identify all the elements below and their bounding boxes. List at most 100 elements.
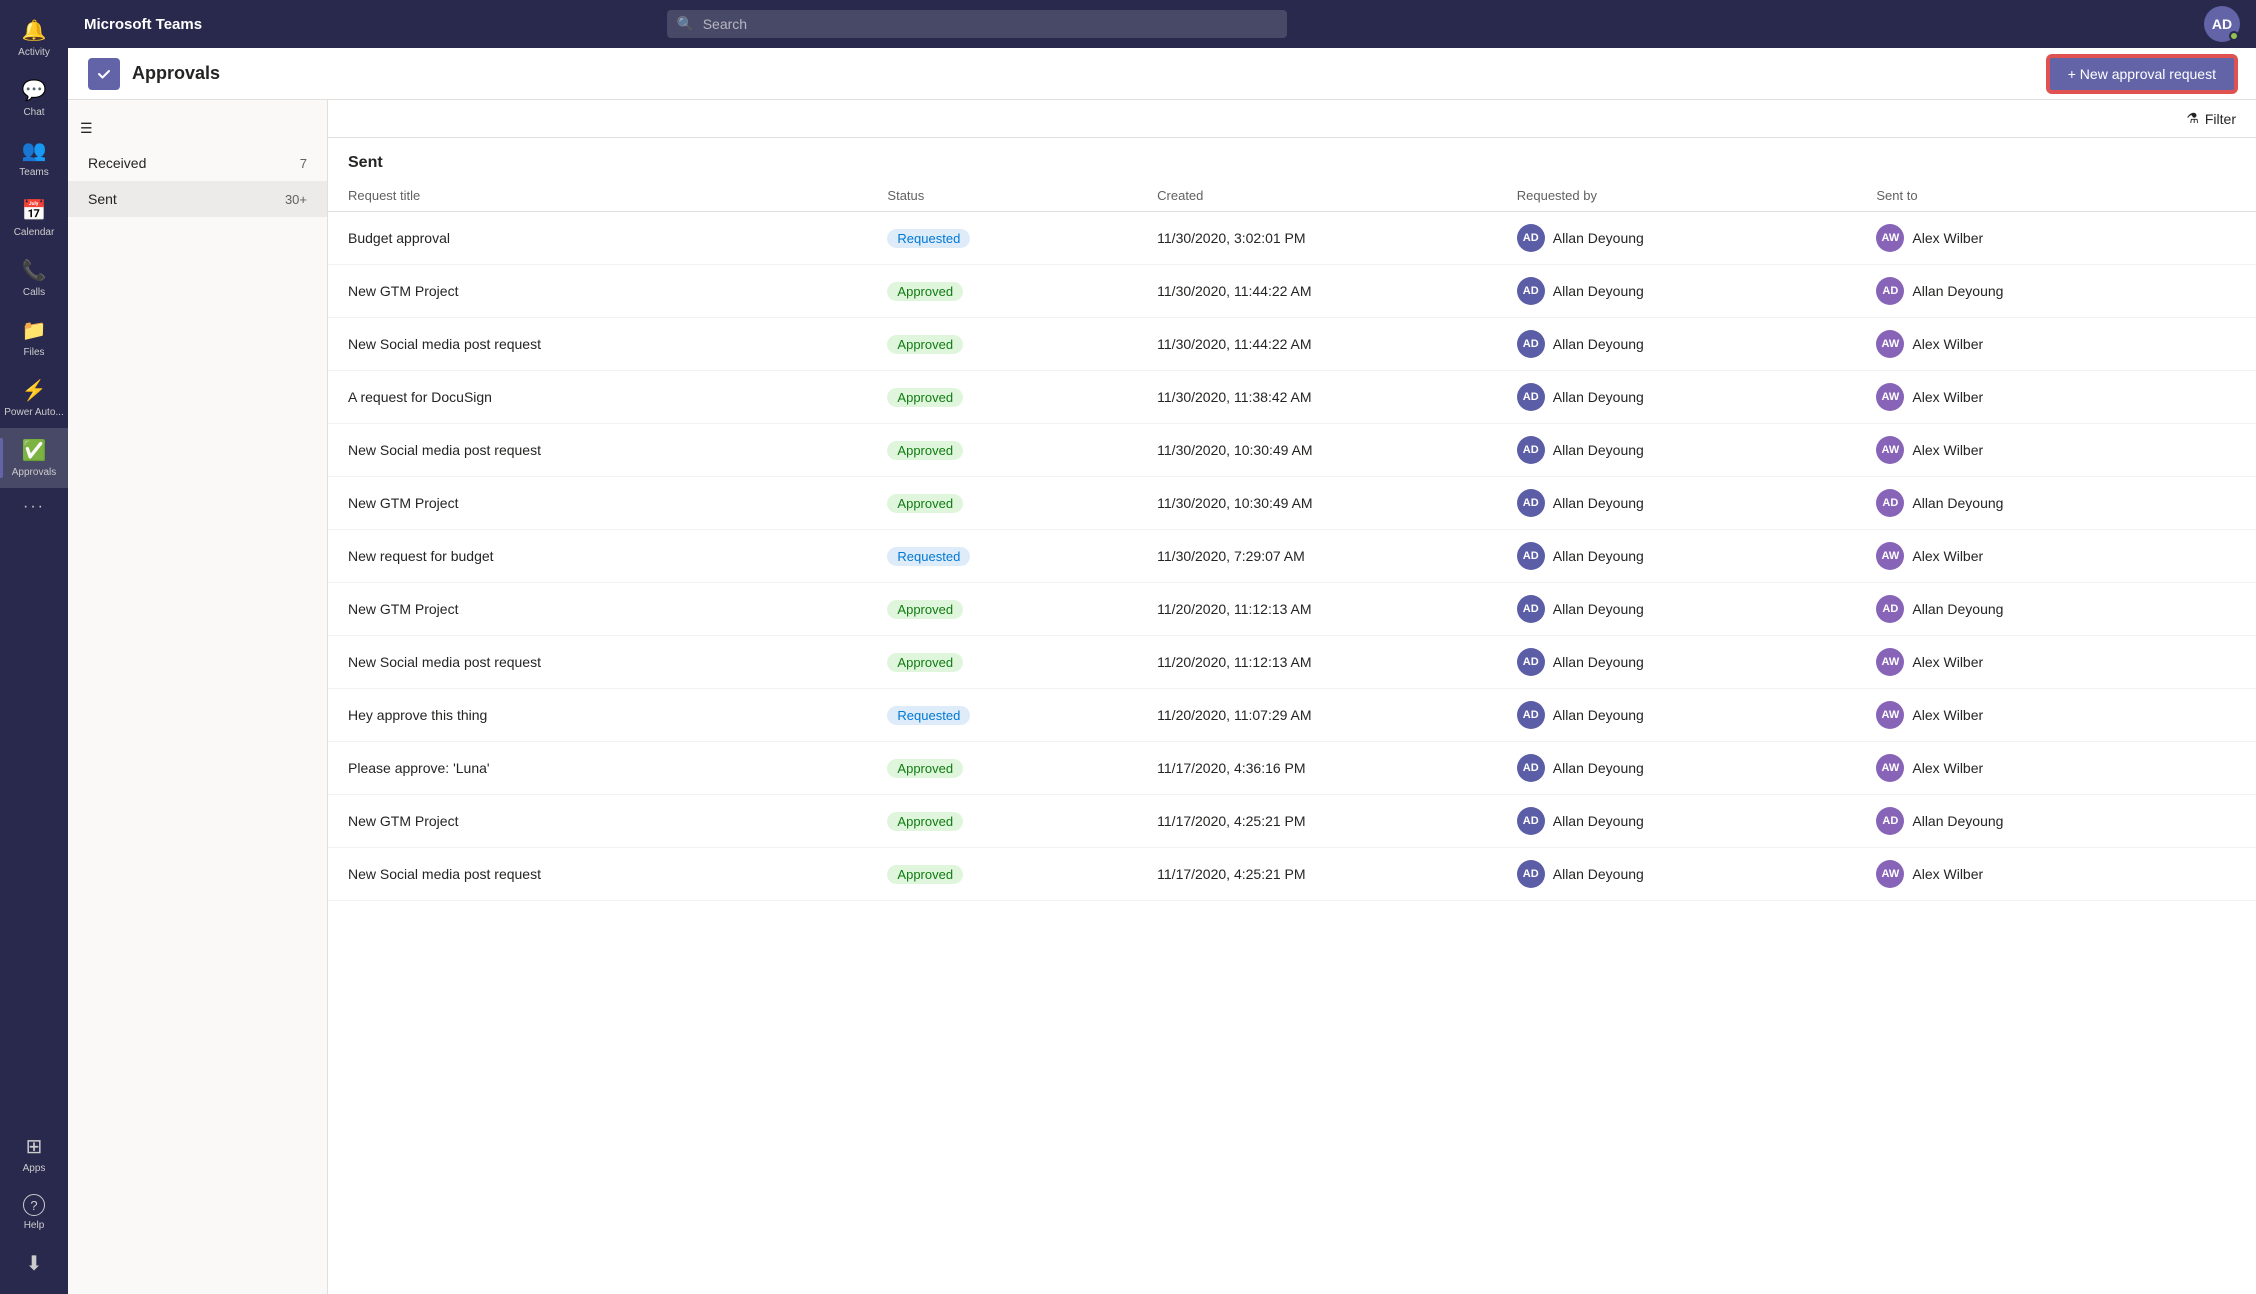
avatar: AD	[1517, 542, 1545, 570]
sidebar-item-activity[interactable]: 🔔 Activity	[0, 8, 68, 68]
avatar: AW	[1876, 542, 1904, 570]
status-badge: Approved	[887, 282, 1157, 301]
sidebar-item-label: Files	[23, 347, 44, 358]
row-created: 11/30/2020, 10:30:49 AM	[1157, 495, 1517, 511]
sidebar-item-calendar[interactable]: 📅 Calendar	[0, 188, 68, 248]
left-panel: ☰ Received 7 Sent 30+	[68, 100, 328, 1294]
row-title: A request for DocuSign	[348, 389, 887, 405]
table-header: Request title Status Created Requested b…	[328, 180, 2256, 212]
sidebar-item-more[interactable]: ···	[0, 488, 68, 526]
row-created: 11/30/2020, 7:29:07 AM	[1157, 548, 1517, 564]
table-row[interactable]: New GTM Project Approved 11/30/2020, 10:…	[328, 477, 2256, 530]
sidebar-item-power-automate[interactable]: ⚡ Power Auto...	[0, 368, 68, 428]
download-icon: ⬇	[26, 1251, 43, 1276]
row-sent-to: AD Allan Deyoung	[1876, 807, 2236, 835]
avatar: AD	[1876, 489, 1904, 517]
sidebar-item-approvals[interactable]: ✅ Approvals	[0, 428, 68, 488]
avatar: AD	[1517, 383, 1545, 411]
nav-item-sent[interactable]: Sent 30+	[68, 181, 327, 217]
sidebar-item-label: Help	[24, 1220, 45, 1231]
avatar: AW	[1876, 860, 1904, 888]
sidebar-item-chat[interactable]: 💬 Chat	[0, 68, 68, 128]
row-requested-by: AD Allan Deyoung	[1517, 807, 1877, 835]
row-requested-by: AD Allan Deyoung	[1517, 383, 1877, 411]
row-sent-to: AD Allan Deyoung	[1876, 595, 2236, 623]
approvals-page-icon	[88, 58, 120, 90]
row-sent-to: AW Alex Wilber	[1876, 648, 2236, 676]
status-badge: Approved	[887, 600, 1157, 619]
avatar: AD	[1876, 807, 1904, 835]
table-row[interactable]: New GTM Project Approved 11/30/2020, 11:…	[328, 265, 2256, 318]
row-created: 11/30/2020, 11:44:22 AM	[1157, 283, 1517, 299]
status-badge: Approved	[887, 759, 1157, 778]
teams-icon: 👥	[22, 138, 47, 163]
sidebar-item-calls[interactable]: 📞 Calls	[0, 248, 68, 308]
sidebar-item-download[interactable]: ⬇	[0, 1241, 68, 1286]
row-sent-to: AD Allan Deyoung	[1876, 489, 2236, 517]
row-sent-to: AW Alex Wilber	[1876, 224, 2236, 252]
col-status: Status	[887, 188, 1157, 203]
avatar: AW	[1876, 383, 1904, 411]
table-row[interactable]: Budget approval Requested 11/30/2020, 3:…	[328, 212, 2256, 265]
row-title: Please approve: 'Luna'	[348, 760, 887, 776]
files-icon: 📁	[22, 318, 47, 343]
avatar: AW	[1876, 754, 1904, 782]
filter-button[interactable]: ⚗ Filter	[2186, 110, 2236, 127]
sidebar-item-help[interactable]: ? Help	[0, 1184, 68, 1241]
table-row[interactable]: New Social media post request Approved 1…	[328, 424, 2256, 477]
sidebar-item-label: Activity	[18, 47, 50, 58]
row-created: 11/17/2020, 4:25:21 PM	[1157, 813, 1517, 829]
avatar: AW	[1876, 701, 1904, 729]
sidebar-item-label: Calls	[23, 287, 45, 298]
search-icon: 🔍	[677, 16, 694, 33]
nav-label-sent: Sent	[88, 191, 117, 207]
table-row[interactable]: New Social media post request Approved 1…	[328, 848, 2256, 901]
apps-icon: ⊞	[26, 1134, 43, 1159]
sidebar-item-files[interactable]: 📁 Files	[0, 308, 68, 368]
table-row[interactable]: A request for DocuSign Approved 11/30/20…	[328, 371, 2256, 424]
help-icon: ?	[23, 1194, 45, 1216]
row-requested-by: AD Allan Deyoung	[1517, 648, 1877, 676]
sidebar-item-apps[interactable]: ⊞ Apps	[0, 1124, 68, 1184]
row-title: New GTM Project	[348, 813, 887, 829]
filter-icon: ⚗	[2186, 110, 2199, 127]
table-row[interactable]: New GTM Project Approved 11/17/2020, 4:2…	[328, 795, 2256, 848]
table-row[interactable]: New GTM Project Approved 11/20/2020, 11:…	[328, 583, 2256, 636]
row-title: New request for budget	[348, 548, 887, 564]
search-bar: 🔍	[667, 10, 1287, 38]
new-approval-request-button[interactable]: + New approval request	[2048, 56, 2236, 92]
row-created: 11/20/2020, 11:07:29 AM	[1157, 707, 1517, 723]
avatar: AD	[1517, 436, 1545, 464]
table-row[interactable]: New request for budget Requested 11/30/2…	[328, 530, 2256, 583]
filter-bar: ⚗ Filter	[328, 100, 2256, 138]
activity-icon: 🔔	[22, 18, 47, 43]
avatar: AD	[1517, 224, 1545, 252]
status-badge: Approved	[887, 441, 1157, 460]
row-sent-to: AW Alex Wilber	[1876, 754, 2236, 782]
table-row[interactable]: Hey approve this thing Requested 11/20/2…	[328, 689, 2256, 742]
row-requested-by: AD Allan Deyoung	[1517, 436, 1877, 464]
table-row[interactable]: New Social media post request Approved 1…	[328, 636, 2256, 689]
row-sent-to: AW Alex Wilber	[1876, 701, 2236, 729]
avatar: AD	[1517, 807, 1545, 835]
search-input[interactable]	[667, 10, 1287, 38]
status-badge: Requested	[887, 706, 1157, 725]
avatar: AW	[1876, 648, 1904, 676]
nav-item-received[interactable]: Received 7	[68, 145, 327, 181]
panel-menu-icon[interactable]: ☰	[68, 112, 327, 145]
table-row[interactable]: New Social media post request Approved 1…	[328, 318, 2256, 371]
table-row[interactable]: Please approve: 'Luna' Approved 11/17/20…	[328, 742, 2256, 795]
status-dot	[2229, 31, 2239, 41]
col-request-title: Request title	[348, 188, 887, 203]
sidebar-item-teams[interactable]: 👥 Teams	[0, 128, 68, 188]
nav-badge-sent: 30+	[285, 192, 307, 207]
avatar: AD	[1517, 754, 1545, 782]
avatar[interactable]: AD	[2204, 6, 2240, 42]
row-requested-by: AD Allan Deyoung	[1517, 489, 1877, 517]
col-sent-to: Sent to	[1876, 188, 2236, 203]
row-requested-by: AD Allan Deyoung	[1517, 860, 1877, 888]
avatar: AD	[1876, 277, 1904, 305]
row-sent-to: AW Alex Wilber	[1876, 860, 2236, 888]
row-title: New GTM Project	[348, 495, 887, 511]
calendar-icon: 📅	[22, 198, 47, 223]
